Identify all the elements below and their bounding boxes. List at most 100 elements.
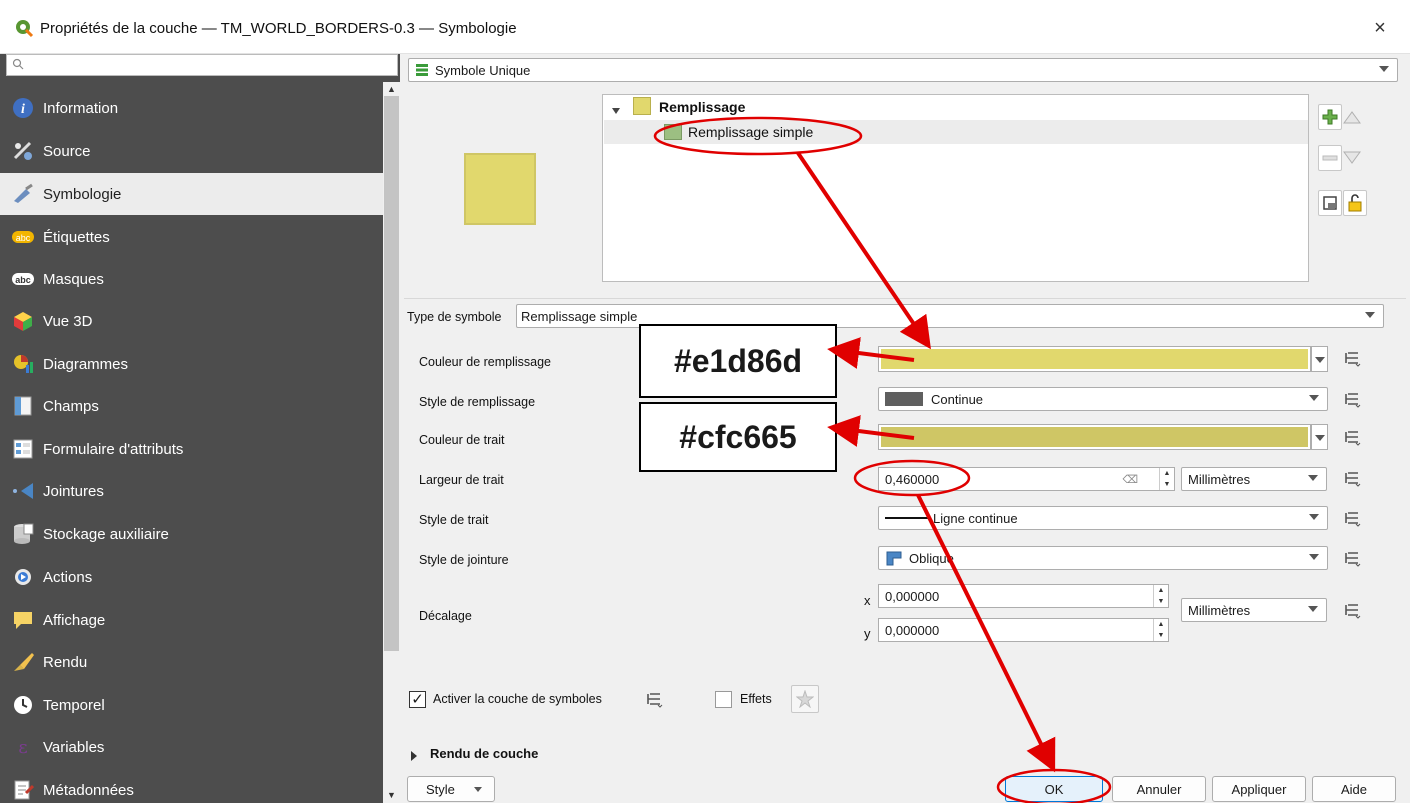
effects-button[interactable] <box>791 685 819 713</box>
stroke-hex-annotation: #cfc665 <box>639 402 837 472</box>
tree-collapse-icon[interactable] <box>612 103 620 114</box>
search-input[interactable] <box>6 54 398 76</box>
sidebar-item-clock[interactable]: Temporel <box>0 684 383 726</box>
data-defined-override-icon[interactable] <box>1340 389 1364 411</box>
offset-x-input[interactable]: 0,000000 ▲ ▼ <box>878 584 1169 608</box>
layer-rendering-header[interactable]: Rendu de couche <box>430 746 538 761</box>
sidebar-item-storage[interactable]: Stockage auxiliaire <box>0 513 383 555</box>
sidebar-item-label: Jointures <box>43 482 104 500</box>
sidebar-item-info[interactable]: i Information <box>0 87 383 129</box>
join-style-label: Style de jointure <box>419 553 509 567</box>
sidebar-item-label: Affichage <box>43 611 106 629</box>
chevron-down-icon <box>1309 395 1319 401</box>
data-defined-override-icon[interactable] <box>1340 468 1364 490</box>
title-bar: Propriétés de la couche — TM_WORLD_BORDE… <box>0 0 1410 54</box>
data-defined-override-icon[interactable] <box>1340 600 1364 622</box>
fill-style-label: Style de remplissage <box>419 395 536 409</box>
sidebar-scrollbar-thumb[interactable] <box>384 96 399 651</box>
offset-unit-select[interactable]: Millimètres <box>1181 598 1327 622</box>
sidebar-item-cube[interactable]: Vue 3D <box>0 300 383 342</box>
sidebar-item-render[interactable]: Rendu <box>0 641 383 683</box>
stroke-width-input[interactable]: 0,460000 ⌫ ▲ ▼ <box>878 467 1175 491</box>
solid-line-icon <box>885 517 929 519</box>
data-defined-override-icon[interactable] <box>1340 427 1364 449</box>
fill-style-select[interactable]: Continue <box>878 387 1328 411</box>
renderer-select[interactable]: Symbole Unique <box>408 58 1398 82</box>
divider <box>404 298 1406 299</box>
fields-icon <box>11 394 35 418</box>
effects-label: Effets <box>740 692 772 706</box>
add-layer-button[interactable] <box>1318 104 1342 130</box>
sidebar-item-label: Source <box>43 142 91 160</box>
tree-root-label[interactable]: Remplissage <box>659 99 745 115</box>
sidebar-item-masks[interactable]: abc Masques <box>0 258 383 300</box>
cancel-button[interactable]: Annuler <box>1112 776 1206 802</box>
expand-icon[interactable] <box>410 749 418 761</box>
spinner-arrows[interactable]: ▲ ▼ <box>1153 585 1168 607</box>
window-title: Propriétés de la couche — TM_WORLD_BORDE… <box>40 20 517 37</box>
duplicate-layer-button[interactable] <box>1318 190 1342 216</box>
chevron-down-icon <box>1309 514 1319 520</box>
ok-button[interactable]: OK <box>1005 776 1103 802</box>
data-defined-override-icon[interactable] <box>1340 548 1364 570</box>
stroke-color-button[interactable] <box>878 424 1311 450</box>
sidebar-item-form[interactable]: Formulaire d'attributs <box>0 428 383 470</box>
offset-y-input[interactable]: 0,000000 ▲ ▼ <box>878 618 1169 642</box>
scroll-down-arrow[interactable]: ▼ <box>384 790 399 802</box>
data-defined-override-icon[interactable] <box>1340 348 1364 370</box>
style-button[interactable]: Style <box>407 776 495 802</box>
offset-x-label: x <box>864 593 871 608</box>
close-button[interactable]: × <box>1366 14 1394 42</box>
enable-layer-checkbox[interactable]: ✓ <box>409 691 426 708</box>
chevron-down-icon <box>1315 435 1325 441</box>
chevron-down-icon <box>1309 554 1319 560</box>
down-arrow-icon <box>1343 151 1361 164</box>
lock-layer-button[interactable] <box>1343 190 1367 216</box>
clock-icon <box>11 693 35 717</box>
sidebar-item-label: Métadonnées <box>43 781 134 799</box>
svg-text:abc: abc <box>16 233 31 243</box>
sidebar-item-label: Information <box>43 99 119 117</box>
data-defined-override-icon[interactable] <box>642 689 666 711</box>
qgis-logo-icon <box>16 20 34 38</box>
move-up-button[interactable] <box>1340 104 1364 130</box>
stroke-unit-value: Millimètres <box>1188 471 1251 487</box>
move-down-button[interactable] <box>1340 145 1364 171</box>
clear-icon[interactable]: ⌫ <box>1122 473 1138 486</box>
sidebar-item-joins[interactable]: Jointures <box>0 470 383 512</box>
remove-layer-button[interactable] <box>1318 145 1342 171</box>
sidebar-item-symbology[interactable]: Symbologie <box>0 173 383 215</box>
fill-color-button[interactable] <box>878 346 1311 372</box>
sidebar-item-variables[interactable]: ε Variables <box>0 726 383 768</box>
diagram-icon <box>11 352 35 376</box>
help-button[interactable]: Aide <box>1312 776 1396 802</box>
scroll-up-arrow[interactable]: ▲ <box>384 84 399 96</box>
join-style-select[interactable]: Oblique <box>878 546 1328 570</box>
sidebar-item-fields[interactable]: Champs <box>0 385 383 427</box>
spinner-arrows[interactable]: ▲ ▼ <box>1153 619 1168 641</box>
effects-checkbox[interactable] <box>715 691 732 708</box>
stroke-style-select[interactable]: Ligne continue <box>878 506 1328 530</box>
stroke-color-dropdown[interactable] <box>1311 424 1328 450</box>
svg-text:i: i <box>21 102 25 117</box>
spinner-arrows[interactable]: ▲ ▼ <box>1159 468 1174 490</box>
info-icon: i <box>11 96 35 120</box>
chevron-down-icon <box>1308 606 1318 612</box>
sidebar-item-actions[interactable]: Actions <box>0 556 383 598</box>
sidebar-item-display[interactable]: Affichage <box>0 599 383 641</box>
fill-color-dropdown[interactable] <box>1311 346 1328 372</box>
miter-join-icon <box>886 551 902 566</box>
stroke-unit-select[interactable]: Millimètres <box>1181 467 1327 491</box>
data-defined-override-icon[interactable] <box>1340 508 1364 530</box>
chevron-down-icon <box>1308 475 1318 481</box>
sidebar-item-metadata[interactable]: Métadonnées <box>0 769 383 803</box>
sidebar-item-source[interactable]: Source <box>0 130 383 172</box>
symbol-type-value: Remplissage simple <box>521 308 638 324</box>
sidebar-item-labels[interactable]: abc Étiquettes <box>0 216 383 258</box>
apply-button[interactable]: Appliquer <box>1212 776 1306 802</box>
sidebar-item-diagram[interactable]: Diagrammes <box>0 343 383 385</box>
tree-child-label[interactable]: Remplissage simple <box>688 124 813 140</box>
apply-label: Appliquer <box>1231 781 1287 797</box>
search-icon <box>12 58 24 70</box>
unlock-icon <box>1348 194 1362 212</box>
